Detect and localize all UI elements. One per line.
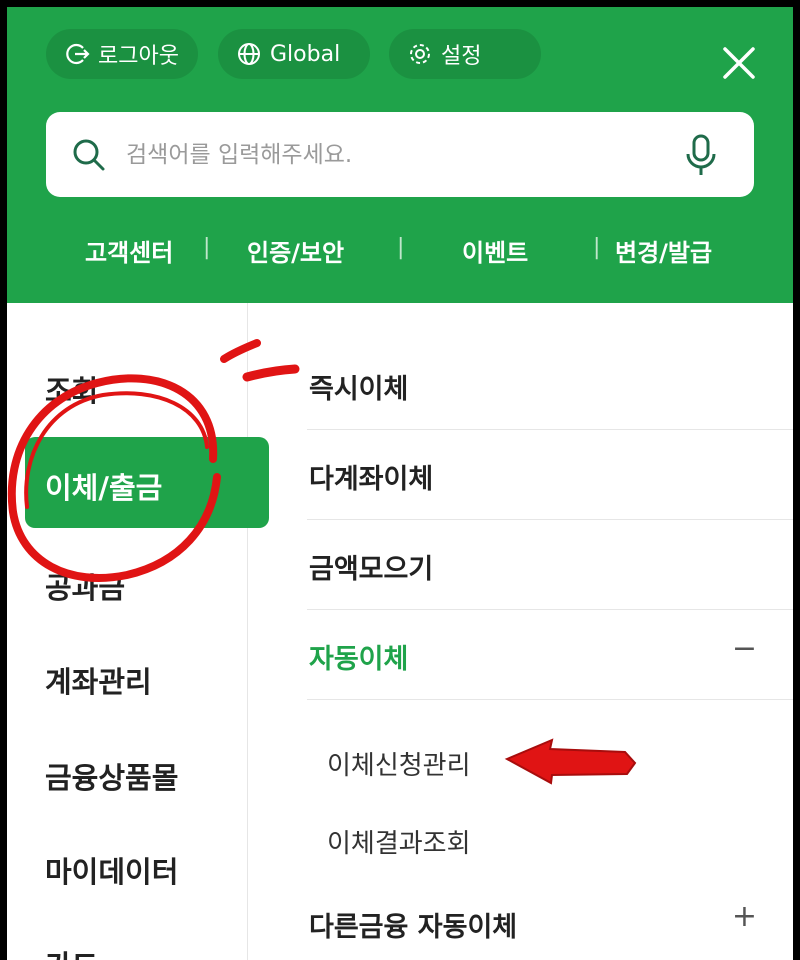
quick-link-separator: | — [397, 235, 405, 260]
logout-icon — [66, 43, 90, 65]
submenu-item-instant-transfer[interactable]: 즉시이체 — [307, 339, 793, 430]
quick-link-change-issue[interactable]: 변경/발급 — [615, 233, 712, 268]
submenu-label: 자동이체 — [309, 644, 409, 675]
nav-item-account-management[interactable]: 계좌관리 — [45, 659, 152, 701]
app-frame: 로그아웃 Global 설정 검색어를 입력해주세요. 고객센터 | 인증/보안… — [7, 7, 793, 960]
quick-link-separator: | — [593, 235, 601, 260]
quick-link-customer-center[interactable]: 고객센터 — [85, 233, 173, 268]
quick-link-separator: | — [203, 235, 211, 260]
nav-item-mydata[interactable]: 마이데이터 — [45, 849, 178, 891]
expand-icon[interactable]: + — [732, 899, 757, 934]
gear-icon — [410, 44, 430, 64]
logout-button[interactable]: 로그아웃 — [46, 29, 198, 79]
submenu-item-auto-transfer[interactable]: 자동이체 − — [307, 609, 793, 700]
submenu-child-transfer-request[interactable]: 이체신청관리 — [327, 745, 471, 782]
globe-icon — [238, 43, 260, 65]
submenu-item-multi-account-transfer[interactable]: 다계좌이체 — [307, 429, 793, 520]
nav-item-card[interactable]: 카드 — [45, 943, 98, 960]
global-label: Global — [270, 41, 341, 67]
settings-label: 설정 — [441, 44, 482, 69]
submenu-label: 즉시이체 — [309, 374, 409, 405]
nav-item-transfer-label: 이체/출금 — [45, 471, 163, 505]
search-input[interactable] — [124, 134, 668, 176]
close-icon[interactable] — [719, 43, 759, 83]
left-nav: 조회 이체/출금 공과금 계좌관리 금융상품몰 마이데이터 카드 — [7, 303, 269, 960]
nav-item-utility-bills[interactable]: 공과금 — [45, 565, 125, 607]
submenu-label: 다계좌이체 — [309, 464, 434, 495]
submenu-label: 금액모으기 — [309, 554, 434, 585]
submenu-child-transfer-result[interactable]: 이체결과조회 — [327, 823, 471, 860]
microphone-icon[interactable] — [684, 134, 718, 178]
global-button[interactable]: Global — [218, 29, 370, 79]
quick-link-auth-security[interactable]: 인증/보안 — [247, 233, 344, 268]
logout-label: 로그아웃 — [98, 44, 179, 69]
submenu-item-other-auto-transfer[interactable]: 다른금융 자동이체 + — [307, 877, 793, 960]
nav-item-transfer[interactable]: 이체/출금 — [25, 437, 269, 528]
header: 로그아웃 Global 설정 검색어를 입력해주세요. 고객센터 | 인증/보안… — [7, 7, 793, 303]
submenu-label: 다른금융 자동이체 — [309, 912, 518, 943]
search-icon — [73, 139, 105, 171]
search-box[interactable] — [46, 112, 754, 197]
collapse-icon[interactable]: − — [732, 631, 757, 666]
annotation-stroke — [242, 364, 300, 382]
nav-item-inquiry[interactable]: 조회 — [45, 368, 98, 410]
nav-item-financial-products[interactable]: 금융상품몰 — [45, 755, 178, 797]
quick-link-event[interactable]: 이벤트 — [462, 233, 528, 268]
settings-button[interactable]: 설정 — [389, 29, 541, 79]
annotation-arrow — [504, 738, 637, 785]
submenu-item-money-collect[interactable]: 금액모으기 — [307, 519, 793, 610]
